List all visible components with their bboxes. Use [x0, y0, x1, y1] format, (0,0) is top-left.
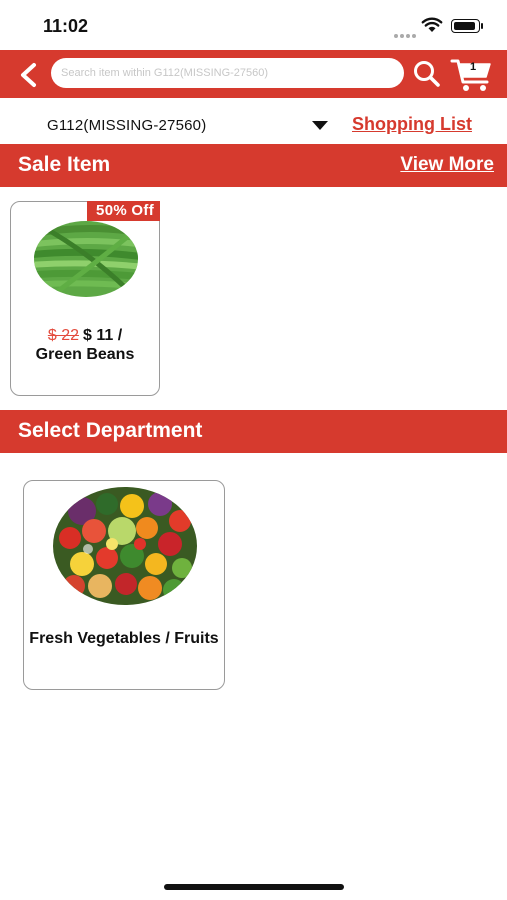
sale-price: $ 11 / [82, 327, 123, 344]
sale-item-title: Sale Item [18, 153, 111, 176]
status-time: 11:02 [43, 16, 89, 36]
select-department-header: Select Department [0, 410, 507, 453]
signal-icon [394, 25, 418, 43]
product-name: Green Beans [35, 346, 135, 363]
old-price: $ 22 [47, 327, 79, 344]
back-chevron-icon[interactable] [14, 60, 44, 90]
price-line: $ 22 $ 11 / [11, 327, 159, 345]
department-card[interactable]: Fresh Vegetables / Fruits [23, 480, 225, 690]
sale-item-card[interactable]: 50% Off $ 22 $ 11 / Green Beans [10, 201, 160, 396]
vegetables-fruits-image [53, 487, 197, 605]
home-indicator[interactable] [164, 884, 344, 890]
view-more-link[interactable]: View More [400, 154, 494, 176]
battery-icon [451, 19, 483, 33]
wifi-icon [421, 17, 443, 32]
search-icon[interactable] [412, 59, 442, 89]
status-bar: 11:02 [0, 0, 507, 50]
select-department-title: Select Department [18, 419, 203, 442]
green-beans-image [34, 221, 138, 297]
department-name: Fresh Vegetables / Fruits [29, 630, 219, 647]
top-app-bar: 1 [0, 50, 507, 98]
store-selector-row: G112(MISSING-27560) Shopping List [0, 100, 507, 144]
cart-count-badge: 1 [470, 61, 477, 73]
store-name[interactable]: G112(MISSING-27560) [47, 117, 206, 134]
dropdown-caret-icon[interactable] [312, 121, 328, 130]
shopping-list-link[interactable]: Shopping List [352, 114, 472, 135]
search-input[interactable] [51, 58, 404, 88]
sale-item-header: Sale Item View More [0, 144, 507, 187]
